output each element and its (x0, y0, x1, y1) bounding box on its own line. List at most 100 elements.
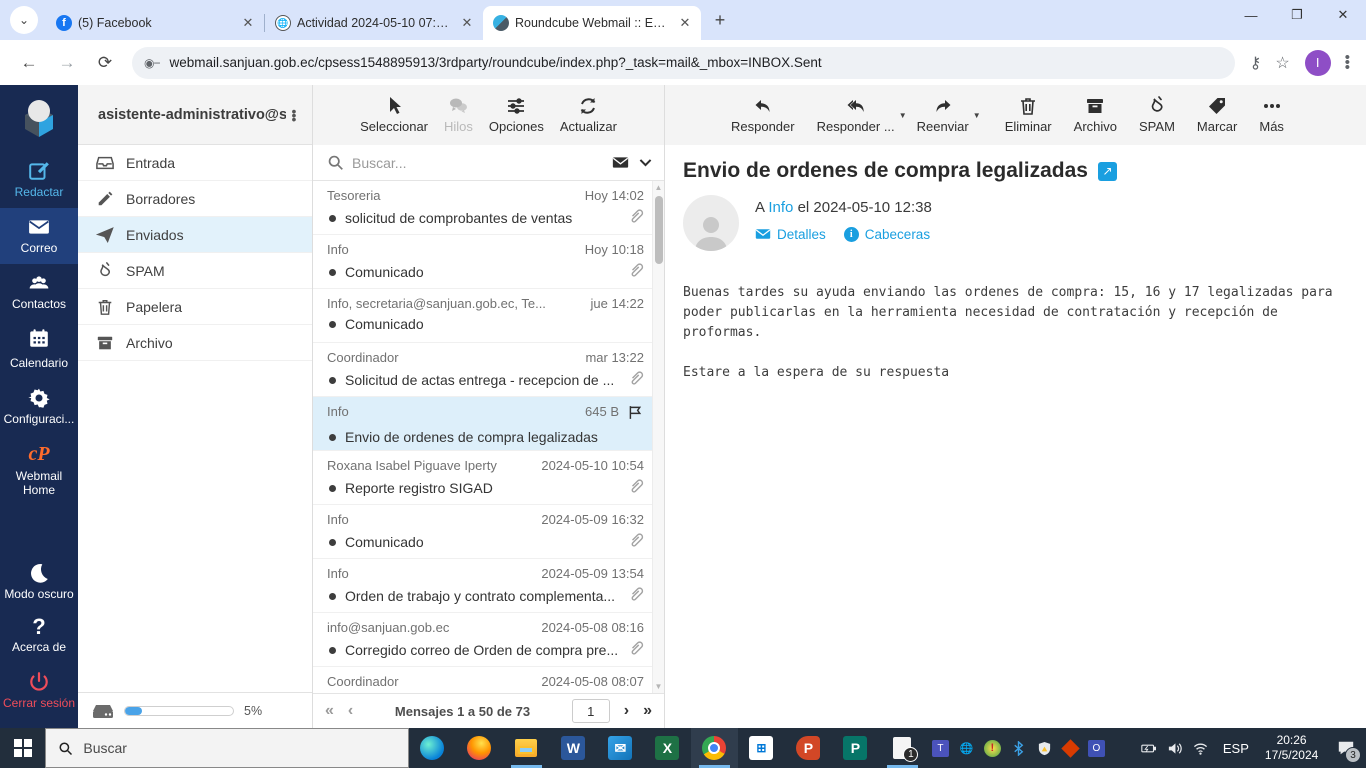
rail-item-acerca-de[interactable]: ? Acerca de (0, 609, 78, 663)
battery-icon[interactable] (1140, 740, 1157, 757)
taskbar-mail[interactable]: ✉ (597, 728, 644, 768)
restore-button[interactable]: ❐ (1274, 0, 1320, 30)
tab-search-button[interactable]: ⌄ (10, 6, 38, 34)
taskbar-publisher[interactable]: P (832, 728, 879, 768)
taskbar-powerpoint[interactable]: P (785, 728, 832, 768)
minimize-button[interactable]: — (1228, 0, 1274, 30)
rail-item-configuracion[interactable]: Configuraci... (0, 379, 78, 435)
volume-icon[interactable] (1166, 740, 1183, 757)
spam-button[interactable]: SPAM (1133, 92, 1181, 138)
taskbar-firefox[interactable] (456, 728, 503, 768)
network-tray-icon[interactable]: 🌐 (958, 740, 975, 757)
first-page-button[interactable]: « (325, 702, 334, 720)
close-tab-icon[interactable]: ✕ (240, 15, 256, 31)
next-page-button[interactable]: › (624, 702, 629, 720)
message-row[interactable]: info@sanjuan.gob.ec2024-05-08 08:16 Corr… (313, 613, 652, 667)
more-button[interactable]: Más (1253, 92, 1290, 138)
tab-facebook[interactable]: f (5) Facebook ✕ (46, 6, 264, 40)
message-row-selected[interactable]: Info645 B Envio de ordenes de compra leg… (313, 397, 652, 451)
page-input[interactable] (572, 699, 610, 723)
browser-profile-avatar[interactable]: I (1305, 50, 1331, 76)
office-tray-icon[interactable] (1061, 739, 1079, 757)
options-button[interactable]: Opciones (483, 92, 550, 138)
scrollbar-thumb[interactable] (655, 196, 663, 264)
folder-spam[interactable]: SPAM (78, 253, 312, 289)
rail-item-modo-oscuro[interactable]: Modo oscuro (0, 554, 78, 610)
message-row[interactable]: Info2024-05-09 16:32 Comunicado (313, 505, 652, 559)
open-in-new-window-icon[interactable]: ↗ (1098, 162, 1117, 181)
rail-item-correo[interactable]: Correo (0, 208, 78, 264)
rail-item-redactar[interactable]: Redactar (0, 152, 78, 208)
close-tab-icon[interactable]: ✕ (677, 15, 693, 31)
teams-tray-icon[interactable]: T (932, 740, 949, 757)
defender-warning-icon[interactable] (1036, 740, 1053, 757)
forward-button[interactable]: → (52, 48, 82, 78)
mark-button[interactable]: Marcar (1191, 92, 1243, 138)
close-window-button[interactable]: ✕ (1320, 0, 1366, 30)
reply-all-button[interactable]: Responder ... ▼ (811, 92, 901, 138)
folder-papelera[interactable]: Papelera (78, 289, 312, 325)
search-input[interactable] (352, 155, 604, 171)
bookmark-star-icon[interactable]: ☆ (1275, 53, 1289, 73)
new-tab-button[interactable]: + (707, 7, 733, 33)
dropdown-caret-icon[interactable]: ▼ (973, 111, 981, 120)
wifi-icon[interactable] (1192, 740, 1209, 757)
message-row[interactable]: Coordinadormar 13:22 Solicitud de actas … (313, 343, 652, 397)
language-indicator[interactable]: ESP (1215, 728, 1257, 768)
select-button[interactable]: Seleccionar (354, 92, 434, 138)
folder-options-icon[interactable]: ••• (286, 109, 302, 121)
taskbar-excel[interactable]: X (644, 728, 691, 768)
start-button[interactable] (0, 728, 45, 768)
refresh-button[interactable]: Actualizar (554, 92, 623, 138)
forward-button-mail[interactable]: Reenviar ▼ (911, 92, 975, 138)
close-tab-icon[interactable]: ✕ (459, 15, 475, 31)
message-row[interactable]: Roxana Isabel Piguave Iperty2024-05-10 1… (313, 451, 652, 505)
taskbar-explorer[interactable] (503, 728, 550, 768)
rail-item-contactos[interactable]: Contactos (0, 264, 78, 320)
flag-icon[interactable] (627, 404, 644, 424)
rail-item-calendario[interactable]: Calendario (0, 319, 78, 379)
antivirus-tray-icon[interactable]: ! (984, 740, 1001, 757)
taskbar-chrome[interactable] (691, 728, 738, 768)
address-field[interactable]: ◉− webmail.sanjuan.gob.ec/cpsess15488959… (132, 47, 1235, 79)
windows-apps-tray-icon[interactable] (1114, 740, 1131, 757)
tab-roundcube-active[interactable]: Roundcube Webmail :: Enviados ✕ (483, 6, 701, 40)
scroll-down-icon[interactable]: ▼ (655, 680, 663, 693)
dropdown-caret-icon[interactable]: ▼ (899, 111, 907, 120)
reply-button[interactable]: Responder (725, 92, 801, 138)
rail-item-webmail-home[interactable]: cP Webmail Home (0, 435, 78, 506)
taskbar-store[interactable]: ⊞ (738, 728, 785, 768)
details-toggle[interactable]: Detalles (755, 226, 826, 242)
folder-entrada[interactable]: Entrada (78, 145, 312, 181)
tab-actividad[interactable]: 🌐 Actividad 2024-05-10 07:30:00 ✕ (265, 6, 483, 40)
folder-archivo[interactable]: Archivo (78, 325, 312, 361)
taskbar-word[interactable]: W (550, 728, 597, 768)
taskbar-search-input[interactable] (83, 740, 396, 756)
message-row[interactable]: Info2024-05-09 13:54 Orden de trabajo y … (313, 559, 652, 613)
recipient-link[interactable]: Info (768, 199, 793, 216)
site-settings-icon[interactable]: ◉− (144, 56, 159, 70)
prev-page-button[interactable]: ‹ (348, 702, 353, 720)
message-row[interactable]: Info, secretaria@sanjuan.gob.ec, Te...ju… (313, 289, 652, 343)
taskbar-document[interactable]: 1 (879, 728, 926, 768)
folder-enviados[interactable]: Enviados (78, 217, 312, 253)
message-row[interactable]: Coordinador2024-05-08 08:07 (313, 667, 652, 693)
threads-button[interactable]: Hilos (438, 92, 479, 138)
list-scrollbar[interactable]: ▲ ▼ (652, 181, 664, 693)
browser-menu-icon[interactable]: ••• (1345, 55, 1350, 70)
taskbar-search[interactable] (45, 728, 409, 768)
reload-button[interactable]: ⟳ (90, 48, 120, 78)
password-key-icon[interactable]: ⚷ (1250, 53, 1262, 73)
rail-item-cerrar-sesion[interactable]: Cerrar sesión (0, 663, 78, 719)
last-page-button[interactable]: » (643, 702, 652, 720)
capture-tray-icon[interactable]: O (1088, 740, 1105, 757)
action-center-button[interactable]: 3 (1326, 728, 1366, 768)
archive-button[interactable]: Archivo (1068, 92, 1123, 138)
delete-button[interactable]: Eliminar (999, 92, 1058, 138)
folder-borradores[interactable]: Borradores (78, 181, 312, 217)
taskbar-clock[interactable]: 20:26 17/5/2024 (1257, 728, 1326, 768)
taskbar-edge[interactable] (409, 728, 456, 768)
headers-toggle[interactable]: i Cabeceras (844, 227, 930, 242)
bluetooth-icon[interactable] (1010, 740, 1027, 757)
message-row[interactable]: TesoreriaHoy 14:02 solicitud de comproba… (313, 181, 652, 235)
